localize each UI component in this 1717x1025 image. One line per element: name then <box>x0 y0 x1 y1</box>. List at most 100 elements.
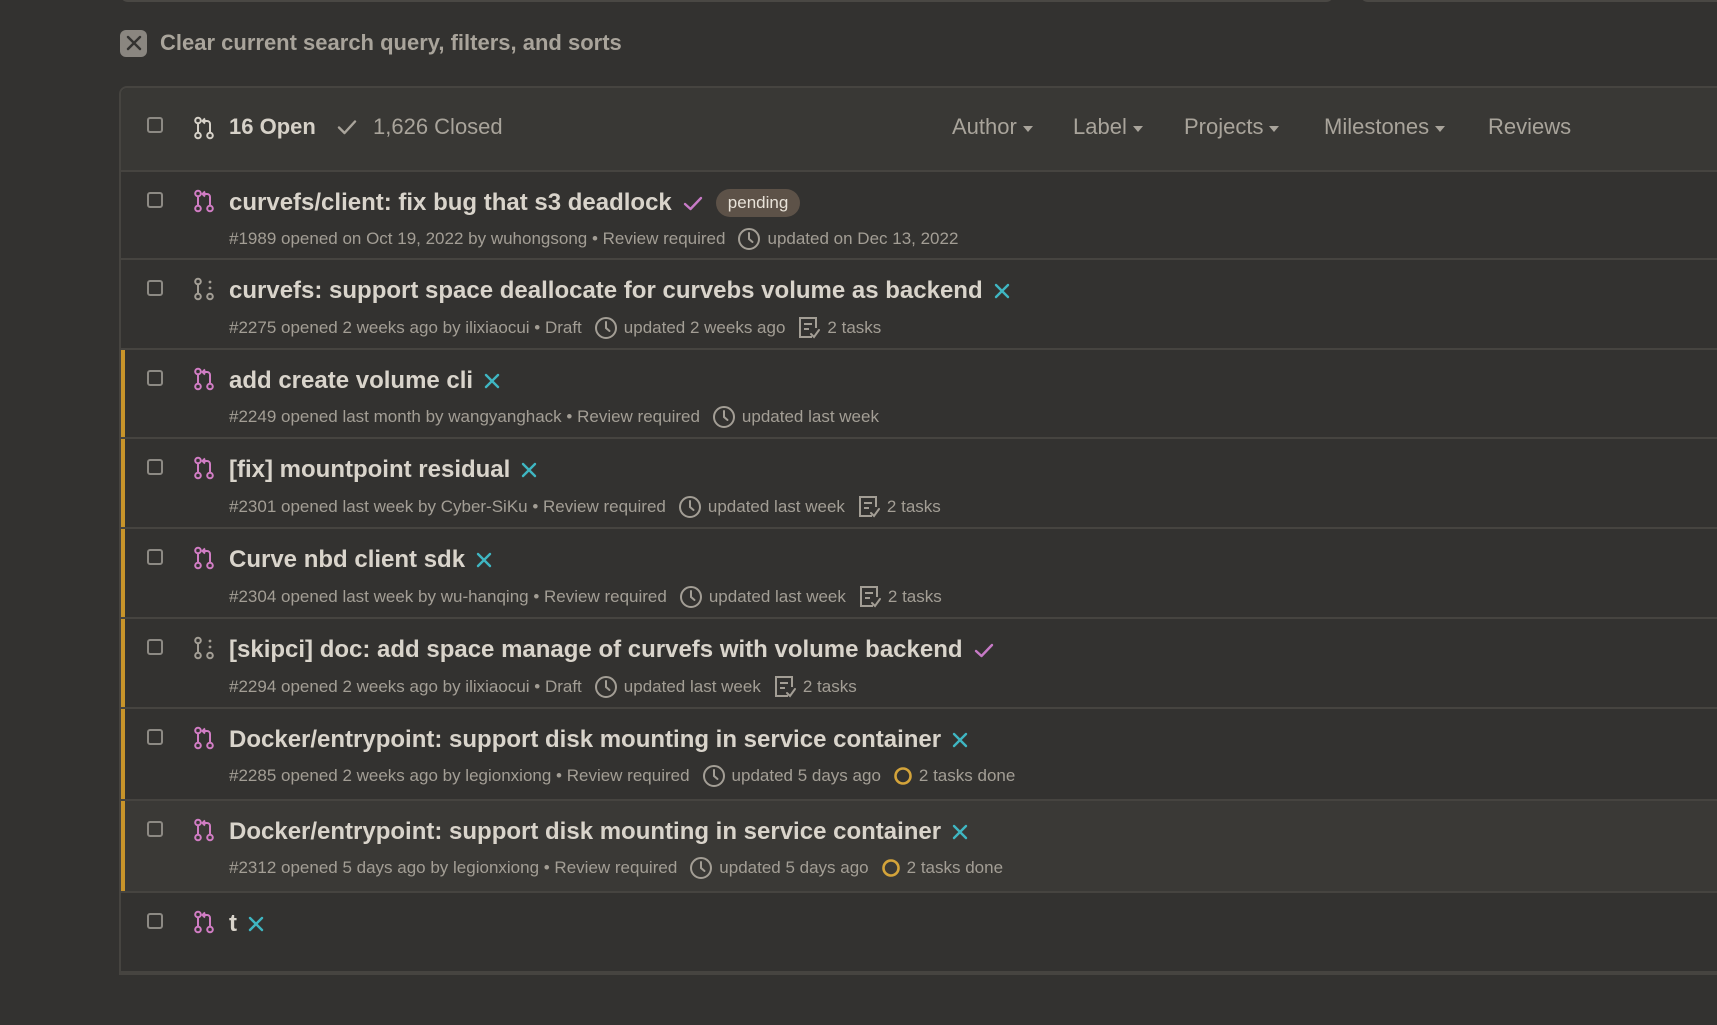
pull-request-title-link[interactable]: Docker/entrypoint: support disk mounting… <box>229 726 941 754</box>
label-badge[interactable]: pending <box>715 189 801 217</box>
reviews-filter-label: Reviews <box>1488 114 1572 139</box>
check-success-icon[interactable] <box>973 641 995 659</box>
tasks-done-count[interactable]: 2 tasks done <box>919 766 1015 786</box>
milestones-filter-label: Milestones <box>1324 114 1430 139</box>
select-all-checkbox[interactable] <box>147 117 163 133</box>
projects-filter-label: Projects <box>1184 114 1264 139</box>
list-header: 16 Open 1,626 Closed Author Label Projec… <box>121 88 1717 172</box>
task-progress-icon <box>881 858 901 878</box>
opened-by-text: #2275 opened 2 weeks ago by ilixiaocui •… <box>229 318 582 337</box>
clock-icon <box>679 585 703 609</box>
opened-by-text: #2312 opened 5 days ago by legionxiong •… <box>229 858 678 877</box>
row-title-line: curvefs: support space deallocate for cu… <box>229 277 1011 305</box>
pr-open-icon <box>193 367 215 396</box>
row-select-checkbox[interactable] <box>147 370 163 386</box>
check-failure-icon[interactable] <box>475 551 493 569</box>
pull-request-row: Docker/entrypoint: support disk mounting… <box>121 709 1717 801</box>
pr-open-icon <box>193 818 215 847</box>
pull-request-title-link[interactable]: Curve nbd client sdk <box>229 546 465 574</box>
pull-request-title-link[interactable]: Docker/entrypoint: support disk mounting… <box>229 818 941 846</box>
row-meta: #2249 opened last month by wangyanghack … <box>229 405 879 429</box>
filters-search-bar[interactable] <box>120 0 1334 2</box>
pull-request-row: Docker/entrypoint: support disk mounting… <box>121 801 1717 893</box>
tasklist-icon <box>858 584 882 610</box>
updated-text: updated 2 weeks ago <box>623 318 786 337</box>
projects-filter-dropdown[interactable]: Projects <box>1184 114 1280 140</box>
pull-request-row: t <box>121 893 1717 973</box>
labels-milestones-bar[interactable] <box>1360 0 1717 2</box>
tasks-count[interactable]: 2 tasks <box>827 318 881 338</box>
clock-icon <box>689 856 713 880</box>
label-filter-dropdown[interactable]: Label <box>1073 114 1143 140</box>
reviews-filter-dropdown[interactable]: Reviews <box>1488 114 1571 140</box>
tasklist-icon <box>857 494 881 520</box>
row-select-checkbox[interactable] <box>147 821 163 837</box>
clock-icon <box>702 764 726 788</box>
row-select-checkbox[interactable] <box>147 913 163 929</box>
clock-icon <box>712 405 736 429</box>
pull-request-title-link[interactable]: add create volume cli <box>229 367 473 395</box>
pull-request-title-link[interactable]: t <box>229 910 237 938</box>
author-filter-dropdown[interactable]: Author <box>952 114 1033 140</box>
pull-request-list-page: Clear current search query, filters, and… <box>0 0 1717 1025</box>
clock-icon <box>594 316 618 340</box>
check-failure-icon[interactable] <box>247 915 265 933</box>
pull-request-title-link[interactable]: [skipci] doc: add space manage of curvef… <box>229 636 963 664</box>
tasks-count[interactable]: 2 tasks <box>887 497 941 517</box>
pull-request-row: add create volume cli #2249 opened last … <box>121 350 1717 439</box>
pull-request-row: curvefs: support space deallocate for cu… <box>121 260 1717 350</box>
open-count-tab[interactable]: 16 Open <box>229 114 316 140</box>
pull-request-rows: curvefs/client: fix bug that s3 deadlock… <box>121 172 1717 973</box>
tasks-count[interactable]: 2 tasks <box>888 587 942 607</box>
opened-by-text: #2285 opened 2 weeks ago by legionxiong … <box>229 766 690 785</box>
row-title-line: [fix] mountpoint residual <box>229 456 538 484</box>
check-failure-icon[interactable] <box>520 461 538 479</box>
row-title-line: [skipci] doc: add space manage of curvef… <box>229 636 995 664</box>
row-select-checkbox[interactable] <box>147 280 163 296</box>
pull-request-title-link[interactable]: curvefs: support space deallocate for cu… <box>229 277 983 305</box>
pull-request-row: [fix] mountpoint residual #2301 opened l… <box>121 439 1717 529</box>
pr-open-icon <box>193 116 215 145</box>
clear-filters-link[interactable]: Clear current search query, filters, and… <box>120 28 622 58</box>
row-select-checkbox[interactable] <box>147 549 163 565</box>
pr-open-icon <box>193 456 215 485</box>
close-icon[interactable] <box>120 29 147 57</box>
row-title-line: curvefs/client: fix bug that s3 deadlock… <box>229 189 801 217</box>
pr-open-icon <box>193 189 215 218</box>
row-title-line: Curve nbd client sdk <box>229 546 493 574</box>
caret-down-icon <box>1022 125 1033 132</box>
pull-request-list: 16 Open 1,626 Closed Author Label Projec… <box>119 86 1717 975</box>
caret-down-icon <box>1269 125 1280 132</box>
row-select-checkbox[interactable] <box>147 192 163 208</box>
row-select-checkbox[interactable] <box>147 639 163 655</box>
check-failure-icon[interactable] <box>951 731 969 749</box>
clock-icon <box>594 675 618 699</box>
clear-filters-label[interactable]: Clear current search query, filters, and… <box>160 30 622 56</box>
pull-request-title-link[interactable]: [fix] mountpoint residual <box>229 456 510 484</box>
tasks-done-count[interactable]: 2 tasks done <box>907 858 1003 878</box>
row-title-line: t <box>229 910 265 938</box>
updated-text: updated last week <box>708 587 846 606</box>
opened-by-text: #2301 opened last week by Cyber-SiKu • R… <box>229 497 666 516</box>
check-failure-icon[interactable] <box>993 282 1011 300</box>
clock-icon <box>737 227 761 251</box>
check-failure-icon[interactable] <box>483 372 501 390</box>
row-select-checkbox[interactable] <box>147 729 163 745</box>
row-title-line: Docker/entrypoint: support disk mounting… <box>229 818 969 846</box>
milestones-filter-dropdown[interactable]: Milestones <box>1324 114 1446 140</box>
row-title-line: add create volume cli <box>229 367 501 395</box>
closed-count-tab[interactable]: 1,626 Closed <box>373 114 503 140</box>
pr-open-icon <box>193 546 215 575</box>
pull-request-title-link[interactable]: curvefs/client: fix bug that s3 deadlock <box>229 189 672 217</box>
check-failure-icon[interactable] <box>951 823 969 841</box>
pull-request-row: curvefs/client: fix bug that s3 deadlock… <box>121 172 1717 260</box>
task-progress-icon <box>893 766 913 786</box>
author-filter-label: Author <box>952 114 1017 139</box>
check-success-icon[interactable] <box>682 194 704 212</box>
tasks-count[interactable]: 2 tasks <box>803 677 857 697</box>
row-meta: #1989 opened on Oct 19, 2022 by wuhongso… <box>229 227 958 251</box>
updated-text: updated last week <box>707 497 845 516</box>
pr-draft-icon <box>193 636 215 665</box>
row-select-checkbox[interactable] <box>147 459 163 475</box>
opened-by-text: #2294 opened 2 weeks ago by ilixiaocui •… <box>229 677 582 696</box>
